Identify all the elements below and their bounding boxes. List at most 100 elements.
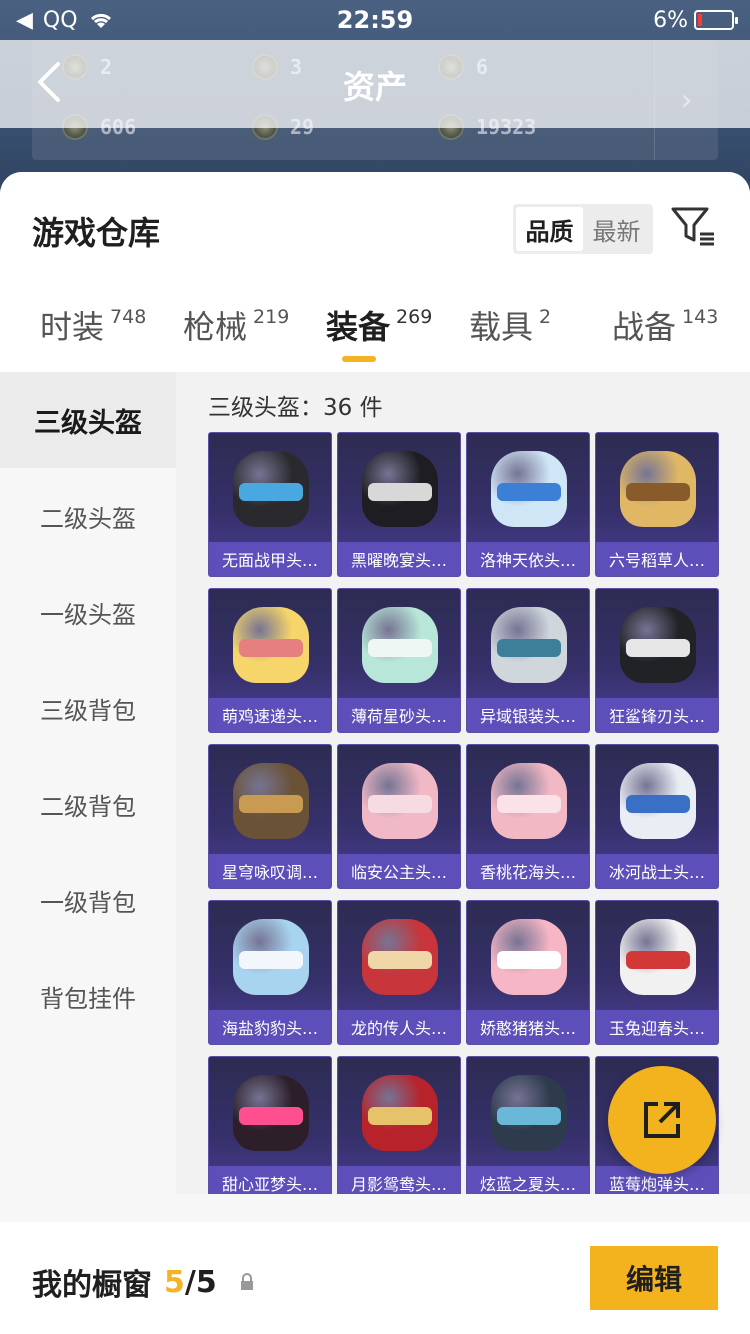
item-name: 萌鸡速递头… bbox=[209, 698, 331, 732]
item-card[interactable]: 无面战甲头… bbox=[208, 432, 332, 577]
tab-label: 枪械 bbox=[183, 308, 248, 346]
item-card[interactable]: 海盐豹豹头… bbox=[208, 900, 332, 1045]
helmet-visor bbox=[497, 1107, 561, 1125]
tab-supplies[interactable]: 战备 143 bbox=[612, 302, 718, 348]
sidebar-item-level2-backpack[interactable]: 二级背包 bbox=[0, 756, 176, 852]
helmet-visor bbox=[368, 639, 432, 657]
item-name: 黑曜晚宴头… bbox=[338, 542, 460, 576]
sidebar-item-level3-helmet[interactable]: 三级头盔 bbox=[0, 372, 176, 468]
sidebar-item-backpack-charm[interactable]: 背包挂件 bbox=[0, 948, 176, 1044]
sidebar-item-level1-backpack[interactable]: 一级背包 bbox=[0, 852, 176, 948]
category-tabs: 时装 748 枪械 219 装备 269 载具 2 战备 143 bbox=[0, 302, 750, 372]
filter-icon[interactable] bbox=[670, 206, 716, 246]
tab-count: 748 bbox=[110, 306, 147, 328]
showcase-label: 我的橱窗 bbox=[32, 1268, 152, 1303]
item-name: 娇憨猪猪头… bbox=[467, 1010, 589, 1044]
share-icon bbox=[644, 1102, 680, 1138]
showcase-separator: / bbox=[184, 1264, 196, 1300]
share-button[interactable] bbox=[608, 1066, 716, 1174]
item-card[interactable]: 星穹咏叹调… bbox=[208, 744, 332, 889]
helmet-visor bbox=[239, 1107, 303, 1125]
nav-title: 资产 bbox=[342, 68, 407, 106]
item-card[interactable]: 龙的传人头… bbox=[337, 900, 461, 1045]
lock-icon bbox=[240, 1273, 253, 1290]
tab-label: 装备 bbox=[326, 308, 391, 346]
battery-icon bbox=[694, 10, 738, 30]
active-tab-indicator bbox=[342, 356, 376, 362]
helmet-visor bbox=[239, 795, 303, 813]
item-card[interactable]: 炫蓝之夏头… bbox=[466, 1056, 590, 1194]
item-name: 香桃花海头… bbox=[467, 854, 589, 888]
item-name: 六号稻草人… bbox=[596, 542, 718, 576]
helmet-visor bbox=[239, 483, 303, 501]
item-card[interactable]: 黑曜晚宴头… bbox=[337, 432, 461, 577]
helmet-visor bbox=[368, 483, 432, 501]
item-name: 洛神天依头… bbox=[467, 542, 589, 576]
item-name: 海盐豹豹头… bbox=[209, 1010, 331, 1044]
helmet-visor bbox=[239, 951, 303, 969]
item-card[interactable]: 六号稻草人… bbox=[595, 432, 719, 577]
item-card[interactable]: 狂鲨锋刃头… bbox=[595, 588, 719, 733]
showcase-status: 我的橱窗 5/5 bbox=[32, 1260, 255, 1304]
status-bar: ◀ QQ 22:59 6% bbox=[0, 0, 750, 40]
tab-count: 2 bbox=[539, 306, 552, 328]
item-card[interactable]: 冰河战士头… bbox=[595, 744, 719, 889]
helmet-visor bbox=[368, 795, 432, 813]
item-name: 玉兔迎春头… bbox=[596, 1010, 718, 1044]
item-card[interactable]: 娇憨猪猪头… bbox=[466, 900, 590, 1045]
sheet-header: 游戏仓库 品质 最新 时装 748 枪械 219 装备 269 载具 2 战备 143 bbox=[0, 172, 750, 372]
item-card[interactable]: 异域银装头… bbox=[466, 588, 590, 733]
item-name: 星穹咏叹调… bbox=[209, 854, 331, 888]
showcase-total: 5 bbox=[195, 1264, 217, 1300]
item-card[interactable]: 临安公主头… bbox=[337, 744, 461, 889]
item-name: 异域银装头… bbox=[467, 698, 589, 732]
item-name: 临安公主头… bbox=[338, 854, 460, 888]
helmet-visor bbox=[626, 639, 690, 657]
item-card[interactable]: 萌鸡速递头… bbox=[208, 588, 332, 733]
sidebar-item-level3-backpack[interactable]: 三级背包 bbox=[0, 660, 176, 756]
helmet-visor bbox=[497, 639, 561, 657]
tab-vehicles[interactable]: 载具 2 bbox=[469, 302, 551, 348]
item-card[interactable]: 月影鸳鸯头… bbox=[337, 1056, 461, 1194]
tab-label: 战备 bbox=[612, 308, 677, 346]
tab-weapons[interactable]: 枪械 219 bbox=[183, 302, 289, 348]
item-name: 龙的传人头… bbox=[338, 1010, 460, 1044]
item-card[interactable]: 薄荷星砂头… bbox=[337, 588, 461, 733]
sidebar-item-level1-helmet[interactable]: 一级头盔 bbox=[0, 564, 176, 660]
helmet-visor bbox=[497, 951, 561, 969]
tab-equipment[interactable]: 装备 269 bbox=[326, 302, 432, 348]
helmet-visor bbox=[497, 483, 561, 501]
edit-button[interactable]: 编辑 bbox=[590, 1246, 718, 1310]
status-time: 22:59 bbox=[336, 6, 414, 34]
item-card[interactable]: 玉兔迎春头… bbox=[595, 900, 719, 1045]
tab-count: 143 bbox=[682, 306, 719, 328]
tab-label: 载具 bbox=[469, 308, 534, 346]
sub-category-sidebar: 三级头盔 二级头盔 一级头盔 三级背包 二级背包 一级背包 背包挂件 bbox=[0, 372, 176, 1194]
item-name: 炫蓝之夏头… bbox=[467, 1166, 589, 1194]
item-name: 月影鸳鸯头… bbox=[338, 1166, 460, 1194]
item-name: 无面战甲头… bbox=[209, 542, 331, 576]
tab-count: 219 bbox=[253, 306, 290, 328]
helmet-visor bbox=[368, 1107, 432, 1125]
helmet-visor bbox=[626, 795, 690, 813]
sidebar-item-level2-helmet[interactable]: 二级头盔 bbox=[0, 468, 176, 564]
bottom-bar: 我的橱窗 5/5 编辑 bbox=[0, 1222, 750, 1334]
item-card[interactable]: 洛神天依头… bbox=[466, 432, 590, 577]
sort-option-quality[interactable]: 品质 bbox=[516, 207, 583, 251]
helmet-visor bbox=[497, 795, 561, 813]
tab-label: 时装 bbox=[40, 308, 105, 346]
sort-option-newest[interactable]: 最新 bbox=[583, 207, 650, 251]
item-name: 狂鲨锋刃头… bbox=[596, 698, 718, 732]
item-name: 甜心亚梦头… bbox=[209, 1166, 331, 1194]
item-name: 薄荷星砂头… bbox=[338, 698, 460, 732]
helmet-visor bbox=[626, 483, 690, 501]
tab-count: 269 bbox=[396, 306, 433, 328]
tab-fashion[interactable]: 时装 748 bbox=[40, 302, 146, 348]
nav-bar: 资产 bbox=[0, 40, 750, 128]
item-card[interactable]: 甜心亚梦头… bbox=[208, 1056, 332, 1194]
helmet-visor bbox=[626, 951, 690, 969]
helmet-visor bbox=[239, 639, 303, 657]
helmet-visor bbox=[368, 951, 432, 969]
item-card[interactable]: 香桃花海头… bbox=[466, 744, 590, 889]
page-title: 游戏仓库 bbox=[32, 214, 161, 252]
